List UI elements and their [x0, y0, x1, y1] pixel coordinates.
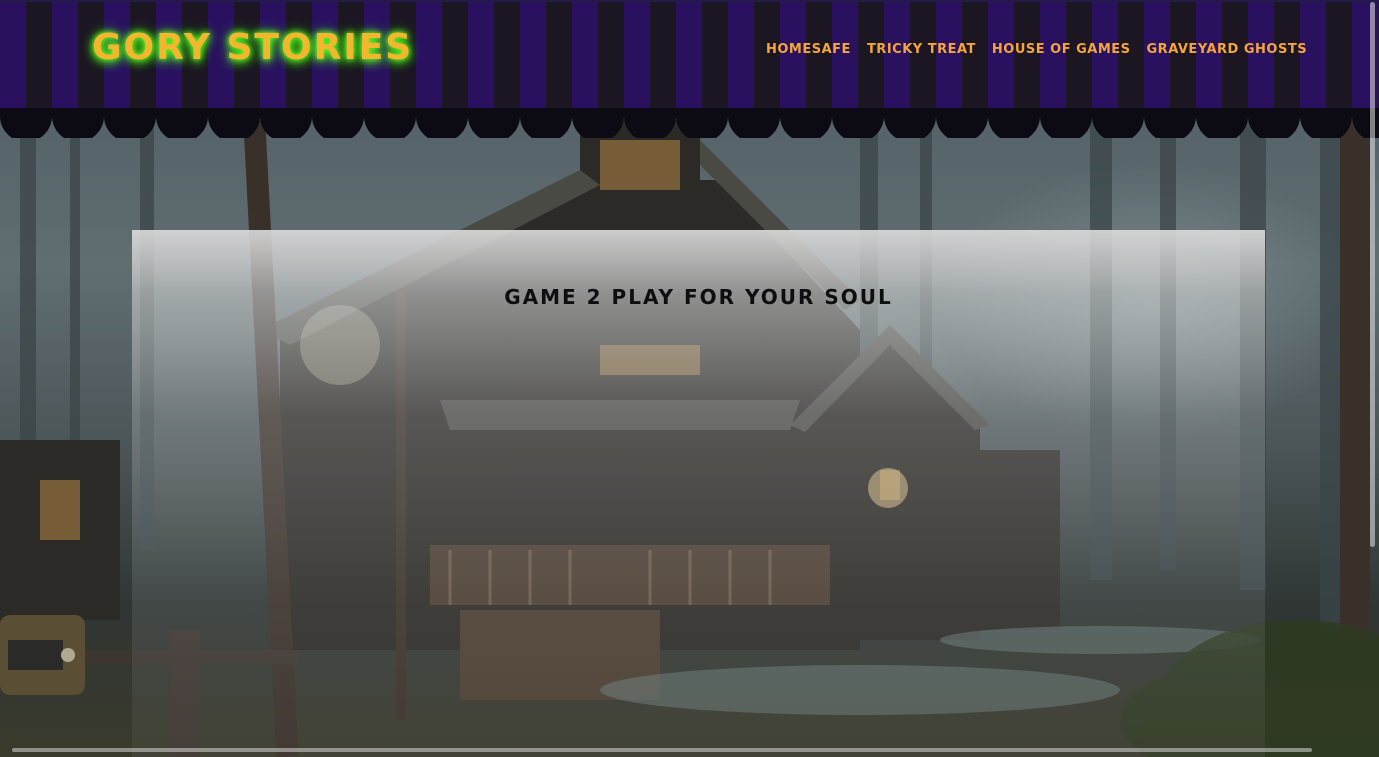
awning-scallop-edge — [0, 108, 1379, 138]
vertical-scrollbar[interactable] — [1369, 0, 1377, 757]
site-header: Gory Stories Homesafe Tricky Treat House… — [0, 0, 1379, 112]
horizontal-scrollbar-thumb[interactable] — [12, 748, 1312, 752]
nav-link-house-of-games[interactable]: House of Games — [992, 40, 1131, 60]
nav-link-tricky-treat[interactable]: Tricky Treat — [867, 40, 976, 60]
content-panel: Game 2 Play for your soul — [132, 230, 1265, 757]
main-nav: Homesafe Tricky Treat House of Games Gra… — [766, 40, 1307, 60]
vertical-scrollbar-thumb[interactable] — [1370, 2, 1375, 547]
horizontal-scrollbar[interactable] — [0, 747, 1370, 755]
page: Gory Stories Homesafe Tricky Treat House… — [0, 0, 1379, 757]
site-logo[interactable]: Gory Stories — [92, 24, 413, 72]
nav-link-graveyard-ghosts[interactable]: Graveyard Ghosts — [1147, 40, 1308, 60]
page-title: Game 2 Play for your soul — [504, 285, 893, 310]
nav-link-homesafe[interactable]: Homesafe — [766, 40, 851, 60]
